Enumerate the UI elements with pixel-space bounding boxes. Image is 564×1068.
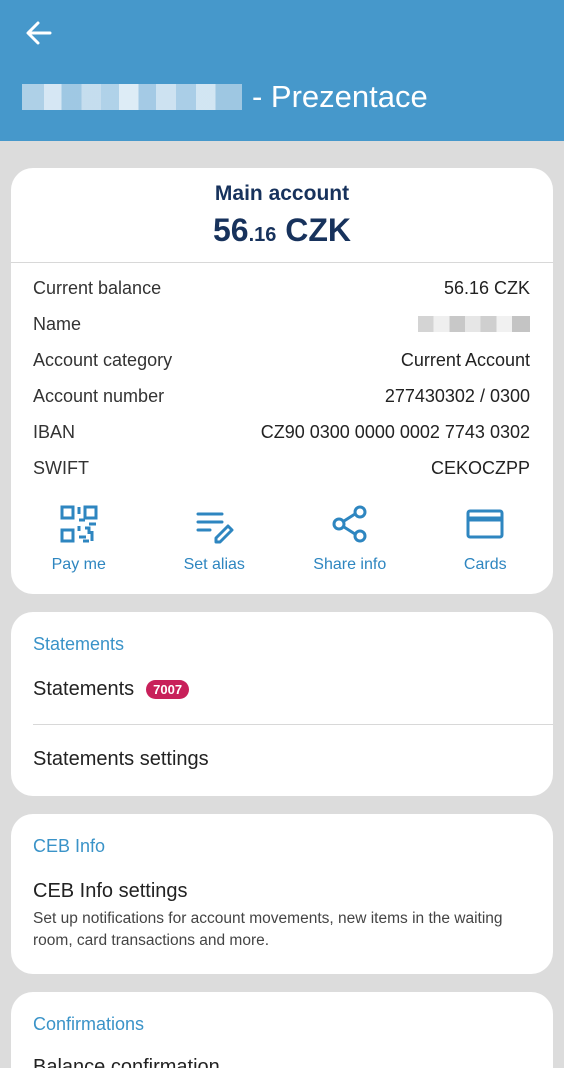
row-account-number: Account number 277430302 / 0300 [33,382,530,410]
account-balance: 56.16 CZK [11,212,553,249]
redacted-name-value [418,316,530,332]
share-info-button[interactable]: Share info [282,502,418,582]
row-value: CZ90 0300 0000 0002 7743 0302 [260,421,530,442]
credit-card-icon [466,509,504,539]
item-label: Statements [33,678,135,700]
arrow-left-icon [26,21,52,45]
row-account-category: Account category Current Account [33,346,530,374]
item-label: Balance confirmation [33,1056,220,1068]
row-value: 56.16 CZK [443,277,530,298]
action-label: Set alias [183,556,245,573]
statements-item[interactable]: Statements 7007 [33,678,190,701]
ceb-info-settings-item[interactable]: CEB Info settings [33,880,188,903]
account-name: Main account [214,182,350,205]
row-value: 277430302 / 0300 [384,385,530,406]
balance-cents: .16 [248,224,277,246]
page-title: - Prezentace [22,76,428,118]
balance-confirmation-item[interactable]: Balance confirmation [33,1056,220,1068]
balance-main: 56 [212,212,249,248]
row-label: Current balance [33,277,162,298]
account-actions: Pay me Set alias Share info Cards [11,502,553,582]
divider [33,724,553,725]
row-value: Current Account [400,349,530,370]
row-label: Name [33,313,82,334]
item-description: Set up notifications for account movemen… [33,910,503,949]
balance-currency: CZK [276,212,352,248]
ceb-info-card: CEB Info CEB Info settings Set up notifi… [11,814,553,974]
section-title: Confirmations [33,1014,145,1034]
row-label: IBAN [33,421,76,442]
cards-button[interactable]: Cards [418,502,554,582]
row-current-balance: Current balance 56.16 CZK [33,274,530,302]
back-button[interactable] [22,16,56,50]
row-swift: SWIFT CEKOCZPP [33,454,530,482]
statements-card: Statements Statements 7007 Statements se… [11,612,553,796]
action-label: Share info [313,556,387,573]
confirmations-card: Confirmations Balance confirmation [11,992,553,1068]
account-card: Main account 56.16 CZK Current balance 5… [11,168,553,594]
share-icon [332,505,367,543]
section-title: Statements [33,634,125,654]
row-name: Name [33,310,530,338]
pay-me-button[interactable]: Pay me [11,502,147,582]
page-title-text: - Prezentace [252,79,428,114]
row-iban: IBAN CZ90 0300 0000 0002 7743 0302 [33,418,530,446]
action-label: Pay me [51,556,106,573]
item-label: Statements settings [33,748,209,770]
row-label: Account category [33,349,173,370]
count-badge: 7007 [146,680,190,699]
item-label: CEB Info settings [33,880,188,902]
row-label: Account number [33,385,165,406]
redacted-account-owner [22,84,242,110]
row-value: CEKOCZPP [430,457,530,478]
app-header: - Prezentace [0,0,564,141]
edit-lines-icon [196,512,234,544]
divider [11,262,553,263]
qr-code-icon [60,505,98,543]
statements-settings-item[interactable]: Statements settings [33,748,209,771]
section-title: CEB Info [33,836,106,856]
set-alias-button[interactable]: Set alias [147,502,283,582]
row-label: SWIFT [33,457,89,478]
action-label: Cards [463,556,507,573]
